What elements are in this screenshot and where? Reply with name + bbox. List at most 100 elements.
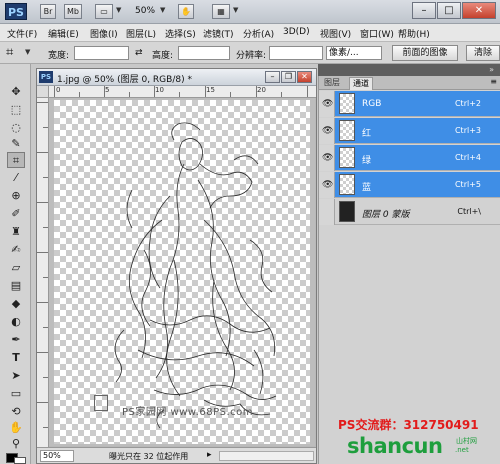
view-extras-button[interactable]: ▭ [95,4,113,19]
ruler-label: 10 [155,86,164,94]
document-window: PS 1.jpg @ 50% (图层 0, RGB/8) * – ❐ ✕ 0 5… [36,68,317,464]
resolution-field[interactable] [269,46,323,60]
hand-tool-button[interactable]: ✋ [178,4,194,19]
front-image-button[interactable]: 前面的图像 [392,45,458,61]
site-logo-sub: 山村网 [456,437,477,445]
channel-shortcut: Ctrl+3 [454,126,481,135]
status-zoom-field[interactable]: 50% [40,450,74,462]
horizontal-ruler[interactable]: 0 5 10 15 20 [49,86,316,98]
clone-stamp-tool-icon[interactable]: ♜ [7,224,25,240]
visibility-toggle[interactable]: 👁 [319,91,335,117]
path-select-tool-icon[interactable]: ➤ [7,368,25,384]
chevron-down-icon[interactable]: ▼ [25,48,30,56]
resolution-unit-select[interactable]: 像素/... [326,46,382,60]
type-tool-icon[interactable]: T [7,350,25,366]
channel-row-green[interactable]: 👁 绿 Ctrl+4 [319,145,500,171]
width-field[interactable] [74,46,129,60]
menu-analysis[interactable]: 分析(A) [243,27,274,40]
menu-filter[interactable]: 滤镜(T) [203,27,234,40]
eye-icon: 👁 [322,153,334,163]
pen-tool-icon[interactable]: ✒ [7,332,25,348]
channel-shortcut: Ctrl+\ [457,207,481,216]
channel-row-blue[interactable]: 👁 蓝 Ctrl+5 [319,172,500,198]
ruler-origin[interactable] [37,86,49,98]
tab-channels[interactable]: 通道 [349,77,373,90]
history-brush-tool-icon[interactable]: ✍ [7,242,25,258]
menu-image[interactable]: 图像(I) [90,27,118,40]
site-logo: shancun [347,434,443,458]
brush-tool-icon[interactable]: ✐ [7,206,25,222]
crop-tool-icon[interactable]: ⌗ [7,152,25,168]
3d-rotate-tool-icon[interactable]: ⟲ [7,404,25,420]
document-ps-icon: PS [39,71,53,83]
panel-menu-icon[interactable]: ≡ [490,77,497,86]
spot-healing-tool-icon[interactable]: ⊕ [7,188,25,204]
move-tool-icon[interactable]: ✥ [7,84,25,100]
clear-button[interactable]: 清除 [466,45,500,61]
menu-window[interactable]: 窗口(W) [360,27,394,40]
options-bar: ⌗ ▼ 宽度: ⇄ 高度: 分辨率: 像素/... 前面的图像 清除 [0,42,500,64]
tab-layers[interactable]: 图层 [321,77,343,90]
menu-bar: 文件(F) 编辑(E) 图像(I) 图层(L) 选择(S) 滤镜(T) 分析(A… [0,24,500,42]
ruler-label: 0 [56,86,61,94]
background-color-swatch[interactable] [14,457,26,464]
menu-select[interactable]: 选择(S) [165,27,196,40]
minimize-button[interactable]: – [412,2,436,19]
menu-help[interactable]: 帮助(H) [398,27,430,40]
chevron-down-icon[interactable]: ▼ [160,6,165,14]
shape-tool-icon[interactable]: ▭ [7,386,25,402]
horizontal-scrollbar[interactable] [219,451,314,461]
marquee-tool-icon[interactable]: ⬚ [7,102,25,118]
chevron-down-icon[interactable]: ▼ [233,6,238,14]
menu-file[interactable]: 文件(F) [7,27,37,40]
zoom-tool-icon[interactable]: ⚲ [7,436,25,452]
vertical-ruler[interactable] [37,98,49,447]
channel-row-layer-mask[interactable]: 图层 0 蒙版 Ctrl+\ [319,199,500,225]
eraser-tool-icon[interactable]: ▱ [7,260,25,276]
hand-tool-icon[interactable]: ✋ [7,420,25,436]
arrange-documents-button[interactable]: ▦ [212,4,230,19]
document-title-bar[interactable]: PS 1.jpg @ 50% (图层 0, RGB/8) * – ❐ ✕ [37,69,316,86]
lasso-tool-icon[interactable]: ◌ [7,120,25,136]
channel-row-red[interactable]: 👁 红 Ctrl+3 [319,118,500,144]
line-art-figure [114,122,277,429]
gradient-tool-icon[interactable]: ▤ [7,278,25,294]
menu-3d[interactable]: 3D(D) [283,27,310,37]
tools-panel: ✥ ⬚ ◌ ✎ ⌗ ⁄ ⊕ ✐ ♜ ✍ ▱ ▤ ◆ ◐ ✒ T ➤ ▭ ⟲ ✋ … [0,64,31,464]
ruler-label: 20 [257,86,266,94]
image-canvas[interactable]: PS家园网 www.68PS.com [54,100,310,444]
blur-tool-icon[interactable]: ◆ [7,296,25,312]
doc-close-button[interactable]: ✕ [297,71,312,83]
eye-icon: 👁 [322,126,334,136]
maximize-button[interactable]: □ [437,2,461,19]
zoom-level[interactable]: 50% [135,6,155,16]
width-label: 宽度: [48,51,70,61]
visibility-toggle[interactable]: 👁 [319,118,335,144]
visibility-toggle[interactable]: 👁 [319,172,335,198]
doc-minimize-button[interactable]: – [265,71,280,83]
mini-bridge-button[interactable]: Mb [64,4,82,19]
visibility-toggle[interactable]: 👁 [319,145,335,171]
status-menu-arrow-icon[interactable]: ▸ [207,450,212,460]
menu-layer[interactable]: 图层(L) [126,27,156,40]
resolution-label: 分辨率: [236,51,267,61]
quick-select-tool-icon[interactable]: ✎ [7,136,25,152]
collapse-panel-icon[interactable]: » [489,65,494,74]
visibility-toggle[interactable] [319,199,335,225]
height-field[interactable] [178,46,230,60]
channel-row-rgb[interactable]: 👁 RGB Ctrl+2 [319,91,500,117]
crop-tool-icon[interactable]: ⌗ [6,45,13,60]
menu-edit[interactable]: 编辑(E) [48,27,79,40]
eyedropper-tool-icon[interactable]: ⁄ [7,170,25,186]
dodge-tool-icon[interactable]: ◐ [7,314,25,330]
swap-icon[interactable]: ⇄ [135,48,143,58]
bridge-button[interactable]: Br [40,4,56,19]
channel-shortcut: Ctrl+4 [454,153,481,162]
chevron-down-icon[interactable]: ▼ [116,6,121,14]
close-button[interactable]: ✕ [462,2,496,19]
panel-dock-header[interactable]: » [318,64,500,76]
channel-name: 图层 0 蒙版 [362,210,410,220]
menu-view[interactable]: 视图(V) [320,27,351,40]
canvas-area[interactable]: PS家园网 www.68PS.com [49,98,315,446]
doc-restore-button[interactable]: ❐ [281,71,296,83]
